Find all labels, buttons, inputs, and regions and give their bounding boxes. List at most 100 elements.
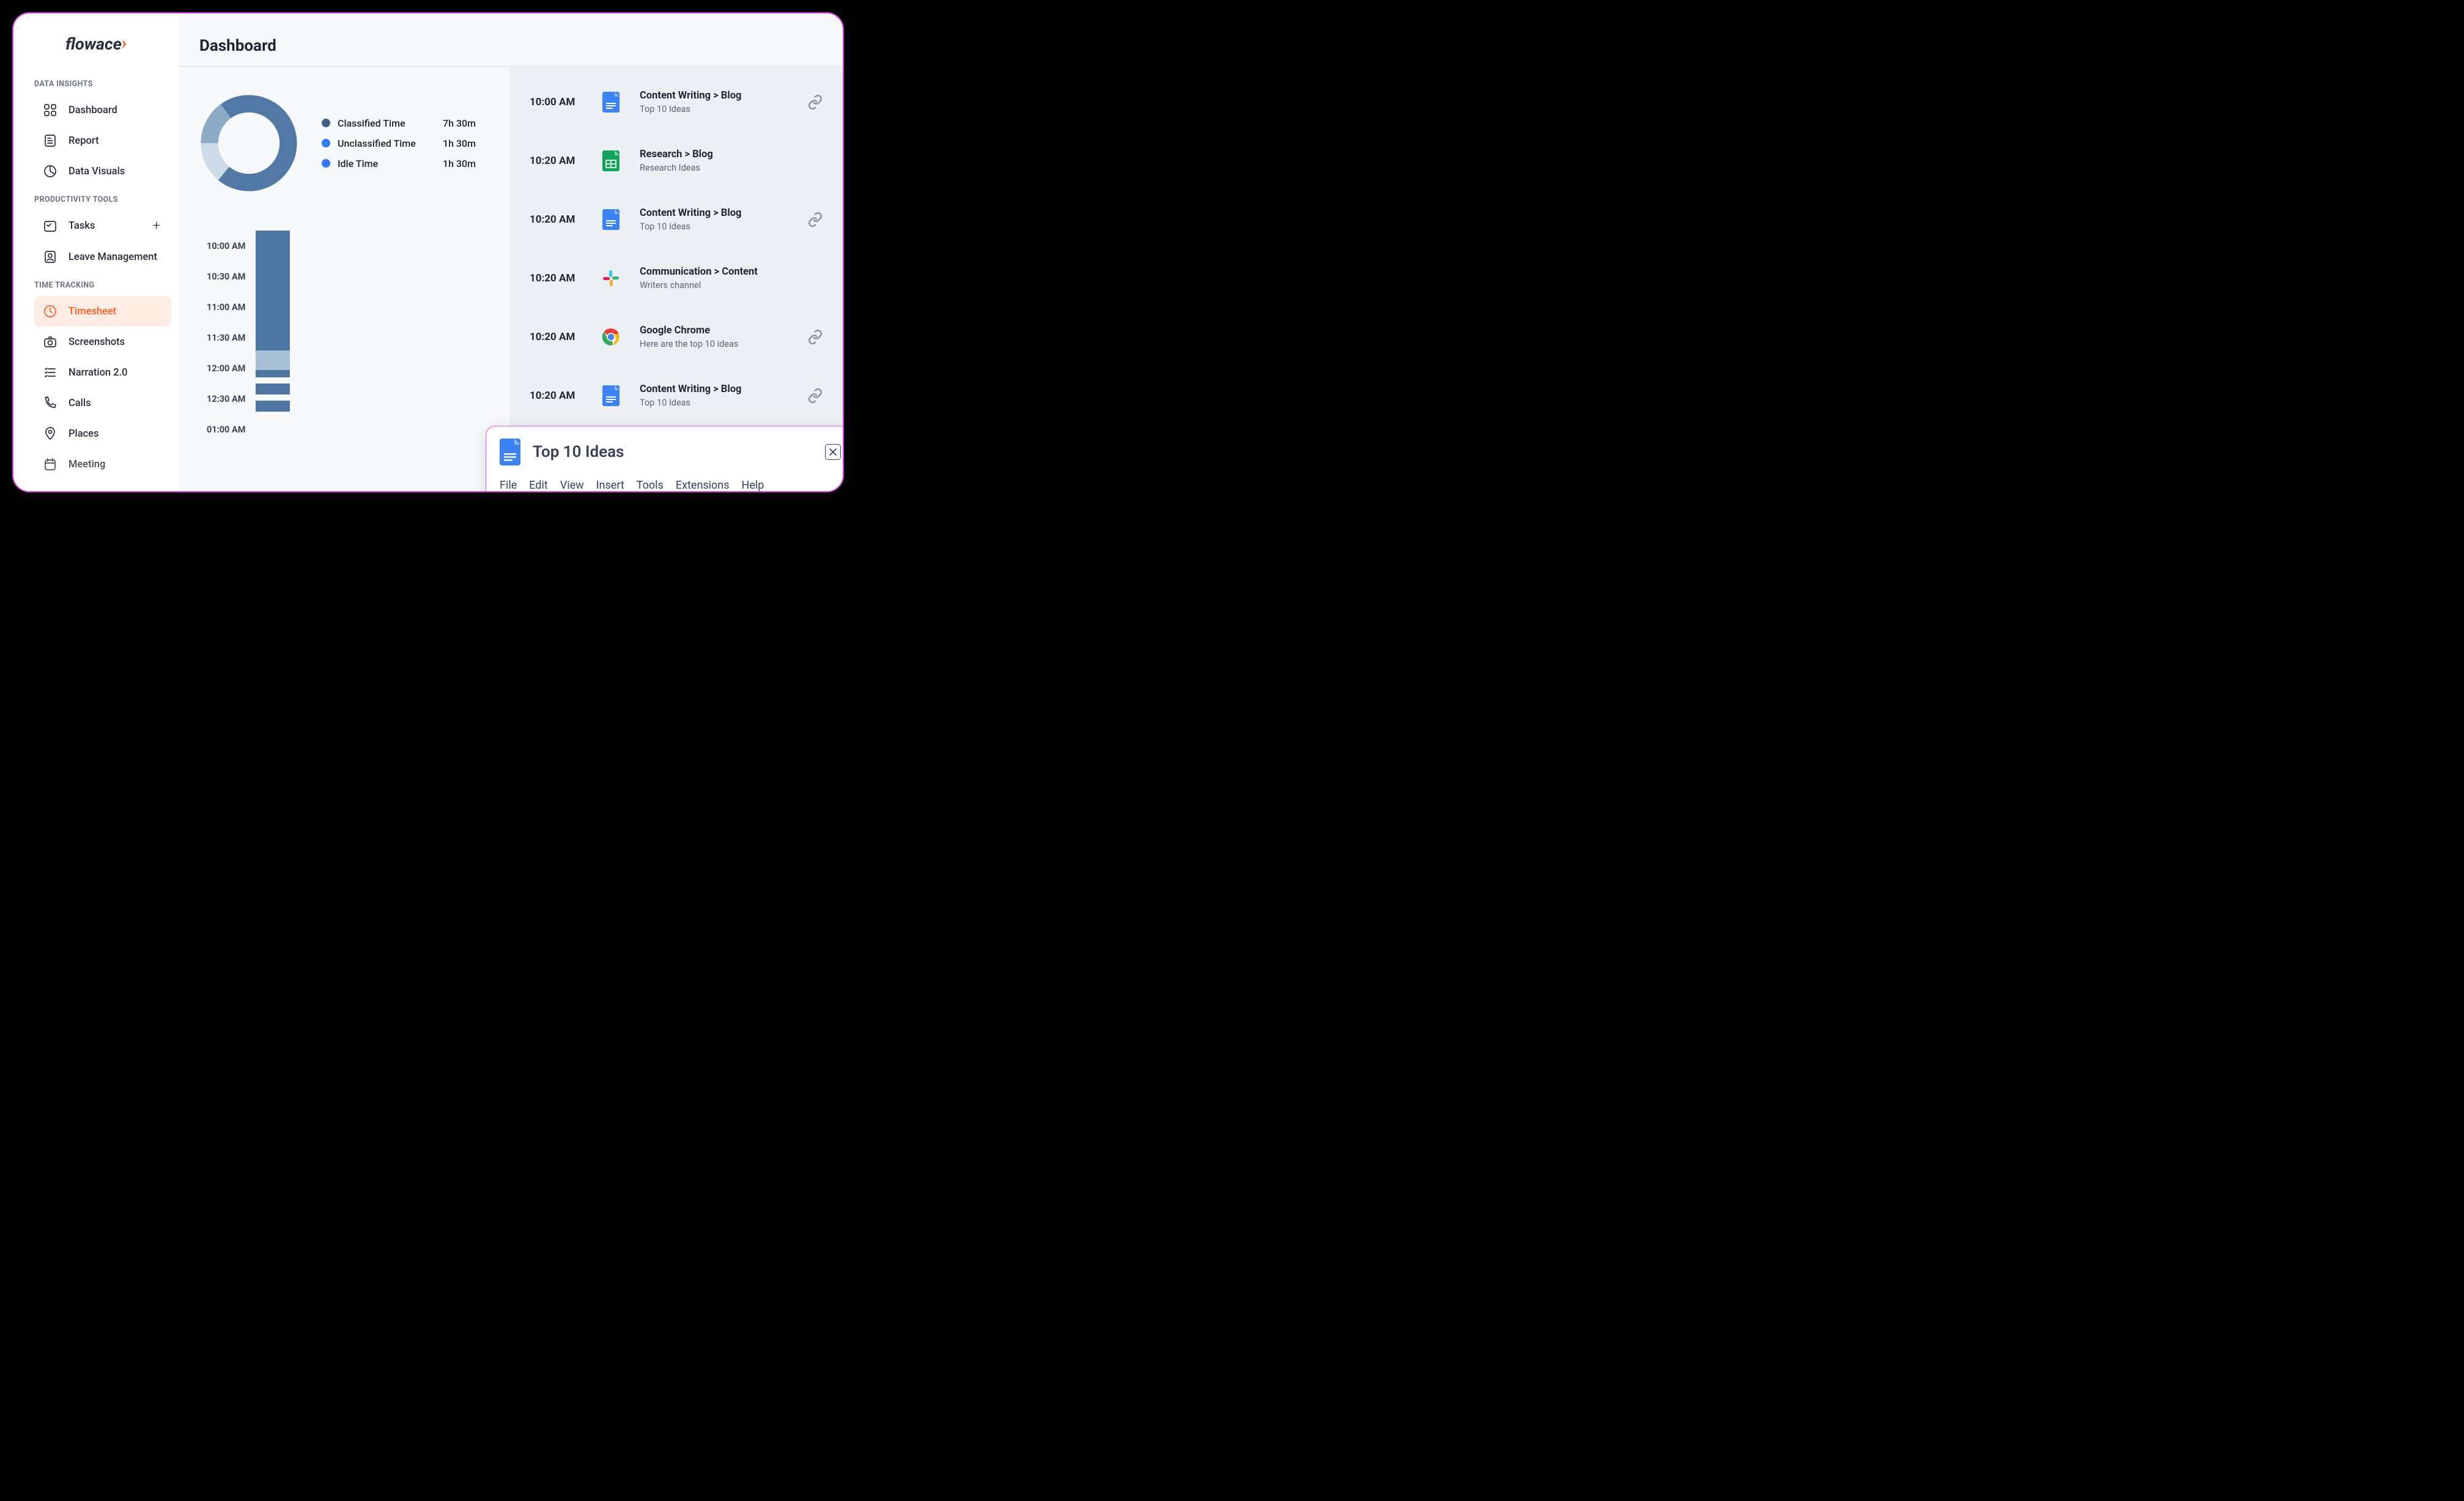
- sidebar-item-calls[interactable]: Calls: [34, 388, 171, 418]
- doc-popup: Top 10 Ideas File Edit View Insert Tools Exte…: [486, 426, 844, 492]
- timeline-segment: [256, 395, 290, 401]
- gdoc-icon: [602, 93, 620, 111]
- pin-icon: [43, 426, 57, 441]
- gdoc-icon: [602, 387, 620, 405]
- leave-icon: [43, 250, 57, 264]
- doc-menu-item[interactable]: Help: [742, 479, 764, 492]
- slack-icon: [602, 269, 620, 287]
- activity-subtitle: Top 10 Ideas: [640, 104, 788, 114]
- add-task-icon[interactable]: +: [153, 218, 160, 234]
- timeline-tick: 11:00 AM: [207, 292, 256, 322]
- sidebar-item-places[interactable]: Places: [34, 418, 171, 449]
- sidebar-item-report[interactable]: Report: [34, 125, 171, 156]
- legend-value: 1h 30m: [443, 138, 492, 149]
- link-icon[interactable]: [807, 388, 823, 404]
- activity-row[interactable]: 10:20 AM Content Writing > BlogTop 10 Ide…: [524, 366, 829, 425]
- timeline-tick: 10:30 AM: [207, 261, 256, 292]
- sidebar-item-label: Tasks: [68, 220, 95, 232]
- timeline-tick: 11:30 AM: [207, 322, 256, 353]
- gdoc-icon: [602, 210, 620, 229]
- main: Dashboard Classified Time 7h 30m: [179, 13, 843, 491]
- doc-popup-header: Top 10 Ideas: [500, 439, 841, 465]
- legend-value: 1h 30m: [443, 158, 492, 169]
- doc-menu: File Edit View Insert Tools Extensions Help: [500, 479, 841, 492]
- doc-menu-item[interactable]: View: [560, 479, 584, 492]
- doc-menu-item[interactable]: Extensions: [676, 479, 730, 492]
- legend-value: 7h 30m: [443, 117, 492, 129]
- timeline-segment: [256, 384, 290, 395]
- activity-body: Research > BlogResearch Ideas: [640, 149, 788, 173]
- report-icon: [43, 133, 57, 148]
- doc-menu-item[interactable]: Insert: [596, 479, 624, 492]
- timeline-segment: [256, 377, 290, 384]
- legend-label: Unclassified Time: [338, 138, 435, 149]
- camera-icon: [43, 335, 57, 349]
- calendar-icon: [43, 457, 57, 472]
- activity-time: 10:20 AM: [530, 390, 582, 402]
- activity-body: Content Writing > Blog Top 10 Ideas: [640, 207, 788, 232]
- phone-icon: [43, 396, 57, 410]
- activity-title: Content Writing > Blog: [640, 207, 788, 219]
- timeline: 10:00 AM10:30 AM11:00 AM11:30 AM12:00 AM…: [207, 231, 492, 445]
- sidebar-item-meeting[interactable]: Meeting: [34, 449, 171, 480]
- donut-chart: [197, 91, 301, 195]
- page-title: Dashboard: [179, 13, 843, 67]
- sidebar-item-label: Narration 2.0: [68, 367, 128, 379]
- activity-body: Content Writing > BlogTop 10 Ideas: [640, 90, 788, 114]
- sidebar-item-label: Leave Management: [68, 251, 157, 263]
- timeline-segment: [256, 401, 290, 412]
- sidebar-item-label: Data Visuals: [68, 166, 125, 177]
- brand-accent: ›: [122, 33, 127, 53]
- activity-body: Communication > ContentWriters channel: [640, 266, 788, 291]
- sidebar-item-tasks[interactable]: Tasks +: [34, 210, 171, 242]
- close-button[interactable]: [825, 444, 841, 460]
- sidebar-item-screenshots[interactable]: Screenshots: [34, 327, 171, 357]
- activity-row[interactable]: 10:20 AM Research > BlogResearch Ideas: [524, 132, 829, 190]
- sidebar-item-narration[interactable]: Narration 2.0: [34, 357, 171, 388]
- section-label-data-insights: DATA INSIGHTS: [13, 71, 179, 95]
- legend-label: Idle Time: [338, 158, 435, 169]
- activity-subtitle: Top 10 Ideas: [640, 221, 788, 232]
- activity-row[interactable]: 10:00 AM Content Writing > BlogTop 10 Ide…: [524, 73, 829, 132]
- sidebar-item-label: Places: [68, 428, 99, 440]
- activity-subtitle: Research Ideas: [640, 163, 788, 173]
- activity-title: Content Writing > Blog: [640, 384, 788, 395]
- sidebar-item-leave[interactable]: Leave Management: [34, 242, 171, 272]
- activity-row[interactable]: 10:20 AMCommunication > ContentWriters c…: [524, 249, 829, 308]
- legend-dot: [322, 159, 330, 168]
- gsheet-icon: [602, 152, 620, 170]
- link-icon[interactable]: [807, 94, 823, 110]
- grid-icon: [43, 103, 57, 117]
- timeline-tick: 01:00 AM: [207, 414, 256, 445]
- link-icon[interactable]: [807, 329, 823, 345]
- sidebar-item-timesheet[interactable]: Timesheet: [34, 296, 171, 327]
- activity-row[interactable]: 10:20 AM Content Writing > Blog Top 10 Ide…: [524, 190, 829, 249]
- sidebar-item-label: Report: [68, 135, 99, 147]
- sidebar-item-label: Meeting: [68, 459, 105, 470]
- link-icon[interactable]: [807, 212, 823, 228]
- legend-dot: [322, 139, 330, 147]
- sidebar-item-label: Timesheet: [68, 306, 116, 317]
- activity-body: Content Writing > BlogTop 10 Ideas: [640, 384, 788, 408]
- activity-row[interactable]: 10:20 AMGoogle ChromeHere are the top 10…: [524, 308, 829, 366]
- doc-menu-item[interactable]: Edit: [529, 479, 547, 492]
- doc-popup-title: Top 10 Ideas: [533, 443, 813, 461]
- timeline-bar: [256, 231, 290, 445]
- sidebar-item-data-visuals[interactable]: Data Visuals: [34, 156, 171, 187]
- activity-time: 10:20 AM: [530, 213, 582, 226]
- activity-subtitle: Here are the top 10 ideas: [640, 339, 788, 349]
- close-icon: [829, 448, 837, 456]
- activity-time: 10:20 AM: [530, 155, 582, 167]
- doc-menu-item[interactable]: Tools: [637, 479, 664, 492]
- sidebar-item-label: Dashboard: [68, 105, 117, 116]
- time-summary: Classified Time 7h 30m Unclassified Time…: [197, 91, 492, 195]
- timeline-tick: 12:30 AM: [207, 384, 256, 414]
- doc-menu-item[interactable]: File: [500, 479, 517, 492]
- sidebar-item-label: Screenshots: [68, 336, 125, 348]
- sidebar: flowace› DATA INSIGHTS Dashboard Report …: [13, 13, 179, 491]
- activity-time: 10:00 AM: [530, 96, 582, 108]
- timeline-tick: 12:00 AM: [207, 353, 256, 384]
- activity-subtitle: Writers channel: [640, 280, 788, 291]
- sidebar-item-dashboard[interactable]: Dashboard: [34, 95, 171, 125]
- pie-icon: [43, 164, 57, 179]
